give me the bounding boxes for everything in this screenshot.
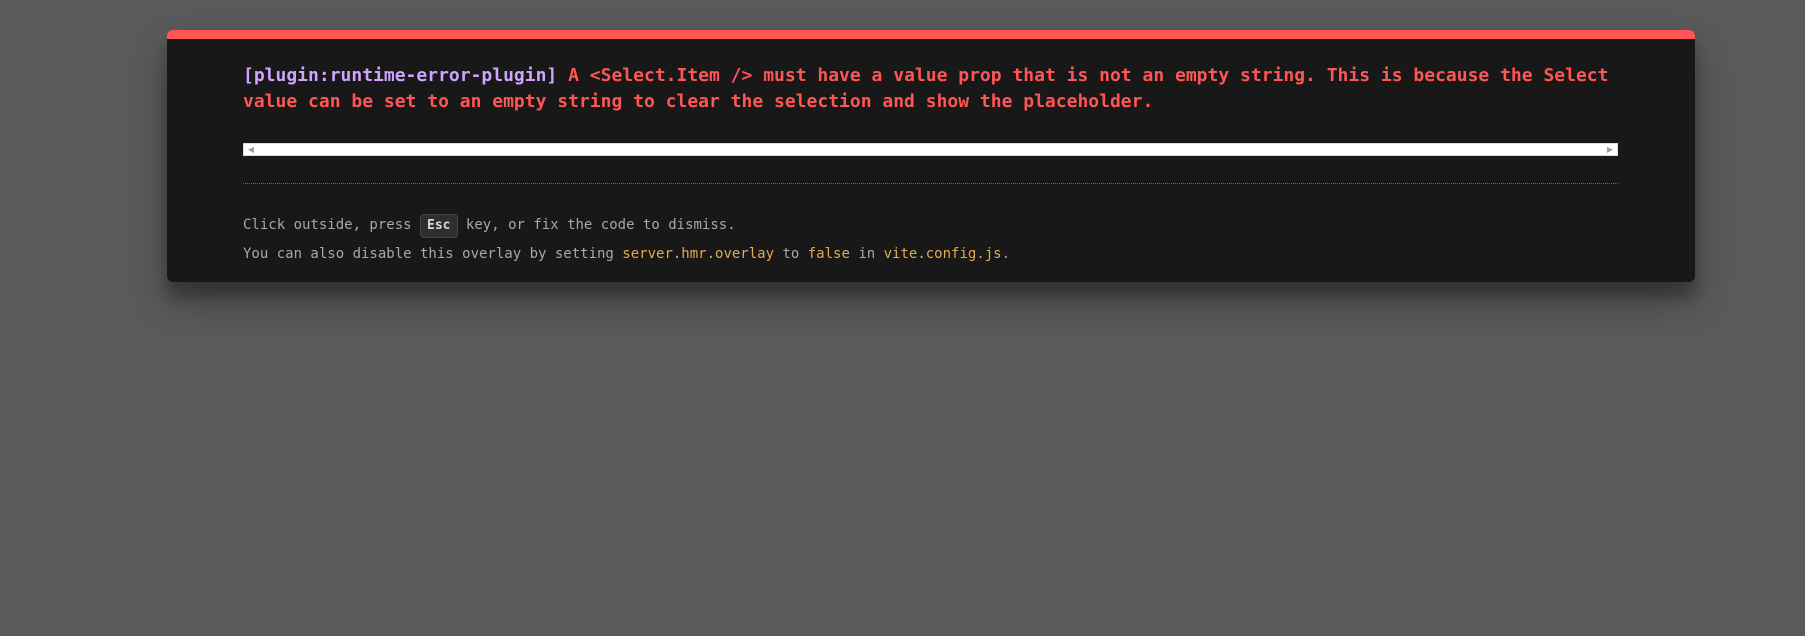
tip-text: . — [1001, 246, 1011, 262]
tip-line-2: You can also disable this overlay by set… — [243, 240, 1623, 269]
config-key-code: server.hmr.overlay — [622, 246, 775, 262]
error-overlay-window: [plugin:runtime-error-plugin] A <Select.… — [167, 30, 1695, 282]
dismiss-tip: Click outside, press Esc key, or fix the… — [243, 211, 1623, 269]
tip-text: Click outside, press — [243, 217, 421, 233]
tip-text: to — [774, 246, 808, 262]
scroll-right-arrow-icon[interactable]: ▶ — [1603, 144, 1617, 155]
error-message: [plugin:runtime-error-plugin] A <Select.… — [243, 63, 1623, 115]
esc-key: Esc — [420, 214, 458, 238]
tip-line-1: Click outside, press Esc key, or fix the… — [243, 211, 1623, 240]
tip-text: key, or fix the code to dismiss. — [457, 217, 736, 233]
scroll-left-arrow-icon[interactable]: ◀ — [244, 144, 258, 155]
config-file-code: vite.config.js — [883, 246, 1002, 262]
horizontal-scrollbar[interactable]: ◀ ▶ — [243, 143, 1618, 156]
false-value-code: false — [807, 246, 850, 262]
plugin-label: [plugin:runtime-error-plugin] — [243, 65, 558, 86]
divider — [243, 183, 1618, 184]
tip-text: You can also disable this overlay by set… — [243, 246, 623, 262]
tip-text: in — [849, 246, 884, 262]
